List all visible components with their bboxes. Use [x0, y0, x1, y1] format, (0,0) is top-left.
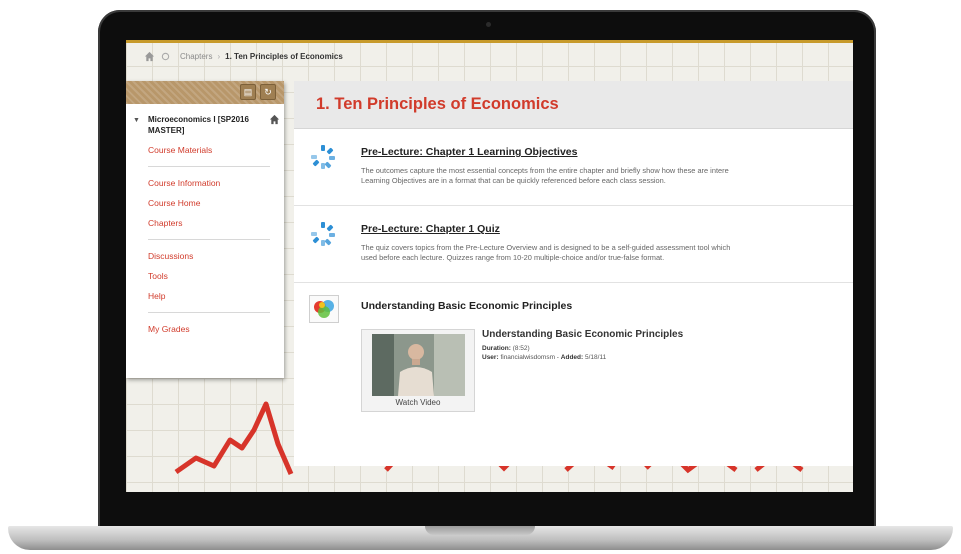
- sidebar-item-discussions[interactable]: Discussions: [126, 246, 284, 266]
- video-info: Understanding Basic Economic Principles …: [482, 329, 782, 362]
- item-title-learning-objectives[interactable]: Pre-Lecture: Chapter 1 Learning Objectiv…: [361, 146, 577, 158]
- course-home-icon[interactable]: [269, 114, 280, 125]
- breadcrumb-parent[interactable]: Chapters: [180, 52, 212, 61]
- watch-video-button[interactable]: Watch Video: [362, 398, 474, 407]
- sidebar-item-help[interactable]: Help: [126, 286, 284, 306]
- breadcrumb-separator: ›: [217, 52, 221, 61]
- home-icon[interactable]: [144, 51, 155, 62]
- description-line: The outcomes capture the most essential …: [361, 166, 729, 175]
- user-value: financialwisdomsm: [500, 354, 555, 361]
- course-heading: ▼ Microeconomics I [SP2016 MASTER]: [126, 104, 284, 136]
- item-title-video: Understanding Basic Economic Principles: [361, 300, 573, 312]
- video-title[interactable]: Understanding Basic Economic Principles: [482, 329, 782, 340]
- breadcrumb: Chapters › 1. Ten Principles of Economic…: [126, 43, 853, 70]
- breadcrumb-current: 1. Ten Principles of Economics: [225, 52, 343, 61]
- reload-icon[interactable]: [161, 52, 170, 61]
- description-line: used before each lecture. Quizzes range …: [361, 253, 665, 262]
- content-item: Pre-Lecture: Chapter 1 Quiz The quiz cov…: [294, 206, 853, 283]
- course-title[interactable]: Microeconomics I [SP2016 MASTER]: [148, 114, 258, 136]
- laptop-camera: [486, 22, 491, 27]
- content-item: Understanding Basic Economic Principles …: [294, 283, 853, 423]
- sidebar-item-tools[interactable]: Tools: [126, 266, 284, 286]
- divider: [148, 239, 270, 240]
- divider: [148, 166, 270, 167]
- sidebar-item-course-information[interactable]: Course Information: [126, 173, 284, 193]
- item-description: The quiz covers topics from the Pre-Lect…: [361, 243, 853, 263]
- added-value: 5/18/11: [584, 354, 607, 361]
- video-meta: Duration: (8:52) User: financialwisdomsm…: [482, 344, 782, 362]
- item-description: The outcomes capture the most essential …: [361, 166, 853, 186]
- video-card[interactable]: Watch Video: [361, 329, 475, 412]
- content-header: 1. Ten Principles of Economics: [294, 81, 853, 129]
- user-label: User:: [482, 354, 499, 361]
- item-title-quiz[interactable]: Pre-Lecture: Chapter 1 Quiz: [361, 223, 500, 235]
- content-item: Pre-Lecture: Chapter 1 Learning Objectiv…: [294, 129, 853, 206]
- refresh-icon[interactable]: ↻: [260, 84, 276, 100]
- duration-value: (8:52): [512, 345, 530, 352]
- folder-icon[interactable]: ▤: [240, 84, 256, 100]
- collapse-triangle-icon[interactable]: ▼: [133, 117, 140, 124]
- course-menu: ▤ ↻ ▼ Microeconomics I [SP2016 MASTER] C…: [126, 81, 284, 378]
- spinner-icon: [311, 222, 335, 246]
- content-area: 1. Ten Principles of Economics Pre-Lectu…: [294, 81, 853, 466]
- sidebar-item-course-materials[interactable]: Course Materials: [126, 140, 284, 160]
- sidebar-item-my-grades[interactable]: My Grades: [126, 319, 284, 339]
- laptop-notch: [425, 526, 535, 535]
- duration-label: Duration:: [482, 345, 511, 352]
- video-thumbnail[interactable]: [372, 334, 465, 396]
- description-line: Learning Objectives are in a format that…: [361, 176, 666, 185]
- sidebar-item-chapters[interactable]: Chapters: [126, 213, 284, 233]
- media-icon: [309, 295, 339, 323]
- screen: Chapters › 1. Ten Principles of Economic…: [126, 40, 853, 492]
- divider: [148, 312, 270, 313]
- added-label: Added:: [560, 354, 584, 361]
- course-menu-header: ▤ ↻: [126, 81, 284, 104]
- spinner-icon: [311, 145, 335, 169]
- sidebar-item-course-home[interactable]: Course Home: [126, 193, 284, 213]
- page-title: 1. Ten Principles of Economics: [316, 95, 559, 113]
- description-line: The quiz covers topics from the Pre-Lect…: [361, 243, 731, 252]
